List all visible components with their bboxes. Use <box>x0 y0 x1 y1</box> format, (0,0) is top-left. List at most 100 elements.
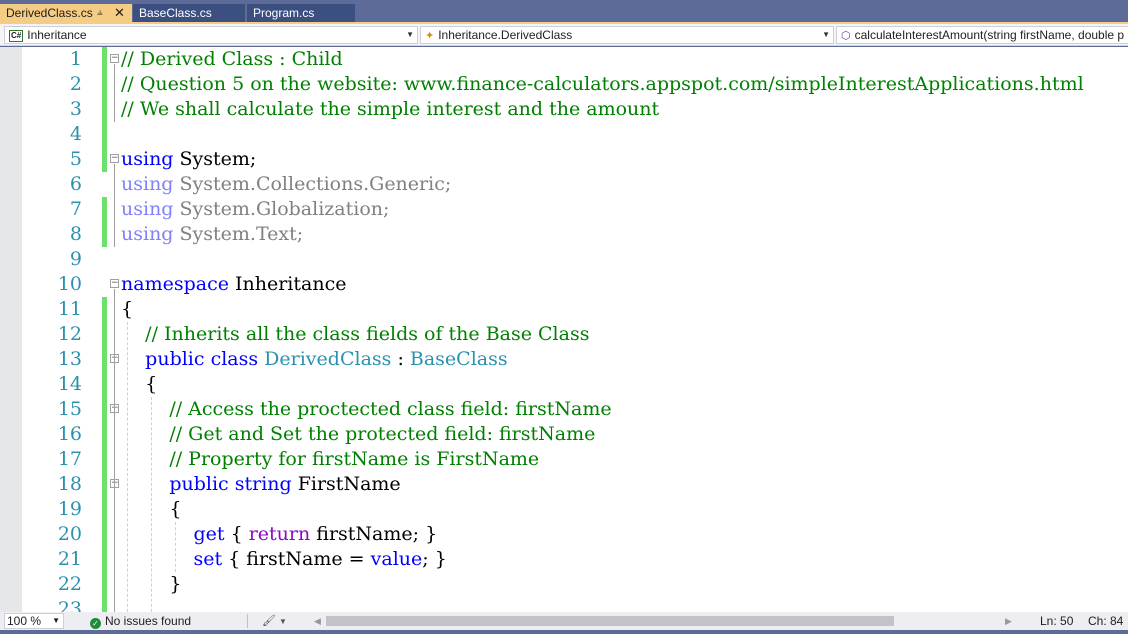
line-number: 18 <box>57 473 82 495</box>
code-cleanup-button[interactable]: 🖌 ▼ <box>262 613 287 630</box>
issues-indicator[interactable]: ✓ No issues found <box>90 613 191 629</box>
line-number: 16 <box>57 423 82 445</box>
code-text: // Property for firstName is FirstName <box>169 448 540 470</box>
code-text: using System.Globalization; <box>121 198 390 220</box>
code-text: // Question 5 on the website: www.financ… <box>121 73 1084 95</box>
tab-label: DerivedClass.cs <box>6 6 93 20</box>
class-icon: ✦ <box>425 29 435 42</box>
line-number-indicator: Ln: 50 <box>1040 614 1074 628</box>
issues-text: No issues found <box>105 614 192 628</box>
tab-derivedclass[interactable]: DerivedClass.cs ⫨ ✕ <box>0 4 132 22</box>
scroll-right-arrow[interactable]: ▶ <box>1005 613 1012 629</box>
editor-status-bar: 100 % ▼ ✓ No issues found 🖌 ▼ ◀ ▶ Ln: 50 … <box>0 612 1128 630</box>
code-text: using System; <box>121 148 257 170</box>
csharp-project-icon: C# <box>9 29 24 42</box>
line-number: 22 <box>57 573 82 595</box>
code-line[interactable]: 13− public class DerivedClass : BaseClas… <box>0 347 1128 372</box>
tab-program[interactable]: Program.cs <box>247 4 355 22</box>
indent-guide <box>151 397 152 612</box>
line-number: 12 <box>57 323 82 345</box>
chevron-down-icon: ▼ <box>279 617 287 626</box>
change-marker <box>102 347 107 372</box>
code-text: // Access the proctected class field: fi… <box>169 398 612 420</box>
collapse-icon[interactable]: − <box>110 54 119 63</box>
code-text: // Inherits all the class fields of the … <box>145 323 590 345</box>
chevron-down-icon: ▼ <box>406 30 414 39</box>
code-line[interactable]: 18− public string FirstName <box>0 472 1128 497</box>
line-number: 19 <box>57 498 82 520</box>
scroll-left-arrow[interactable]: ◀ <box>314 613 321 629</box>
change-marker <box>102 372 107 397</box>
code-line[interactable]: 14 { <box>0 372 1128 397</box>
code-line[interactable]: 9 <box>0 247 1128 272</box>
code-text: { <box>121 298 134 320</box>
close-icon[interactable]: ✕ <box>114 4 125 22</box>
code-line[interactable]: 2 // Question 5 on the website: www.finan… <box>0 72 1128 97</box>
change-marker <box>102 47 107 72</box>
change-marker <box>102 72 107 97</box>
code-line[interactable]: 8 using System.Text; <box>0 222 1128 247</box>
project-label: Inheritance <box>27 28 87 42</box>
code-line[interactable]: 23 <box>0 597 1128 612</box>
code-text: // Get and Set the protected field: firs… <box>169 423 596 445</box>
horizontal-scrollbar-thumb[interactable] <box>326 616 894 626</box>
code-line[interactable]: 15− // Access the proctected class field… <box>0 397 1128 422</box>
code-editor[interactable]: 1−// Derived Class : Child 2// Question 5… <box>0 47 1128 612</box>
code-line[interactable]: 19 { <box>0 497 1128 522</box>
line-number: 3 <box>69 98 82 120</box>
code-text: using System.Collections.Generic; <box>121 173 452 195</box>
change-marker <box>102 422 107 447</box>
line-number: 5 <box>69 148 82 170</box>
line-number: 8 <box>69 223 82 245</box>
code-line[interactable]: 16 // Get and Set the protected field: f… <box>0 422 1128 447</box>
code-text: namespace Inheritance <box>121 273 347 295</box>
change-marker <box>102 472 107 497</box>
collapse-icon[interactable]: − <box>110 154 119 163</box>
tab-baseclass[interactable]: BaseClass.cs <box>133 4 245 22</box>
line-number: 14 <box>57 373 82 395</box>
line-number: 13 <box>57 348 82 370</box>
tab-label: BaseClass.cs <box>139 6 212 20</box>
code-text: get { return firstName; } <box>193 523 438 545</box>
line-number: 7 <box>69 198 82 220</box>
divider <box>247 614 248 628</box>
check-circle-icon: ✓ <box>90 618 101 629</box>
project-dropdown[interactable]: C# Inheritance ▼ <box>4 26 418 44</box>
code-line[interactable]: 21 set { firstName = value; } <box>0 547 1128 572</box>
method-icon: ⬡ <box>841 29 851 42</box>
code-line[interactable]: 3 // We shall calculate the simple intere… <box>0 97 1128 122</box>
change-marker <box>102 572 107 597</box>
type-dropdown[interactable]: ✦ Inheritance.DerivedClass ▼ <box>420 26 834 44</box>
code-line[interactable]: 20 get { return firstName; } <box>0 522 1128 547</box>
pin-icon[interactable]: ⫨ <box>97 4 103 22</box>
change-marker <box>102 522 107 547</box>
code-line[interactable]: 12 // Inherits all the class fields of t… <box>0 322 1128 347</box>
chevron-down-icon: ▼ <box>822 30 830 39</box>
collapse-icon[interactable]: − <box>110 279 119 288</box>
tab-label: Program.cs <box>253 6 315 20</box>
line-number: 11 <box>57 298 82 320</box>
line-number: 20 <box>57 523 82 545</box>
member-dropdown[interactable]: ⬡ calculateInterestAmount(string firstNam… <box>836 26 1128 44</box>
code-line[interactable]: 11 { <box>0 297 1128 322</box>
code-line[interactable]: 22 } <box>0 572 1128 597</box>
code-line[interactable]: 7 using System.Globalization; <box>0 197 1128 222</box>
code-line[interactable]: 6 using System.Collections.Generic; <box>0 172 1128 197</box>
outline-line <box>114 64 115 122</box>
code-text: public string FirstName <box>169 473 401 495</box>
code-line[interactable]: 4 <box>0 122 1128 147</box>
change-marker <box>102 197 107 222</box>
change-marker <box>102 597 107 612</box>
outline-line <box>114 289 115 612</box>
code-line[interactable]: 17 // Property for firstName is FirstNam… <box>0 447 1128 472</box>
change-marker <box>102 97 107 122</box>
code-line[interactable]: 5 − using System; <box>0 147 1128 172</box>
char-number-indicator: Ch: 84 <box>1088 614 1124 628</box>
change-marker <box>102 147 107 172</box>
code-line[interactable]: 10 − namespace Inheritance <box>0 272 1128 297</box>
line-number: 15 <box>57 398 82 420</box>
code-line[interactable]: 1 −// Derived Class : Child <box>0 47 1128 72</box>
line-number: 1 <box>69 48 82 70</box>
change-marker <box>102 497 107 522</box>
zoom-dropdown[interactable]: 100 % ▼ <box>4 613 64 629</box>
